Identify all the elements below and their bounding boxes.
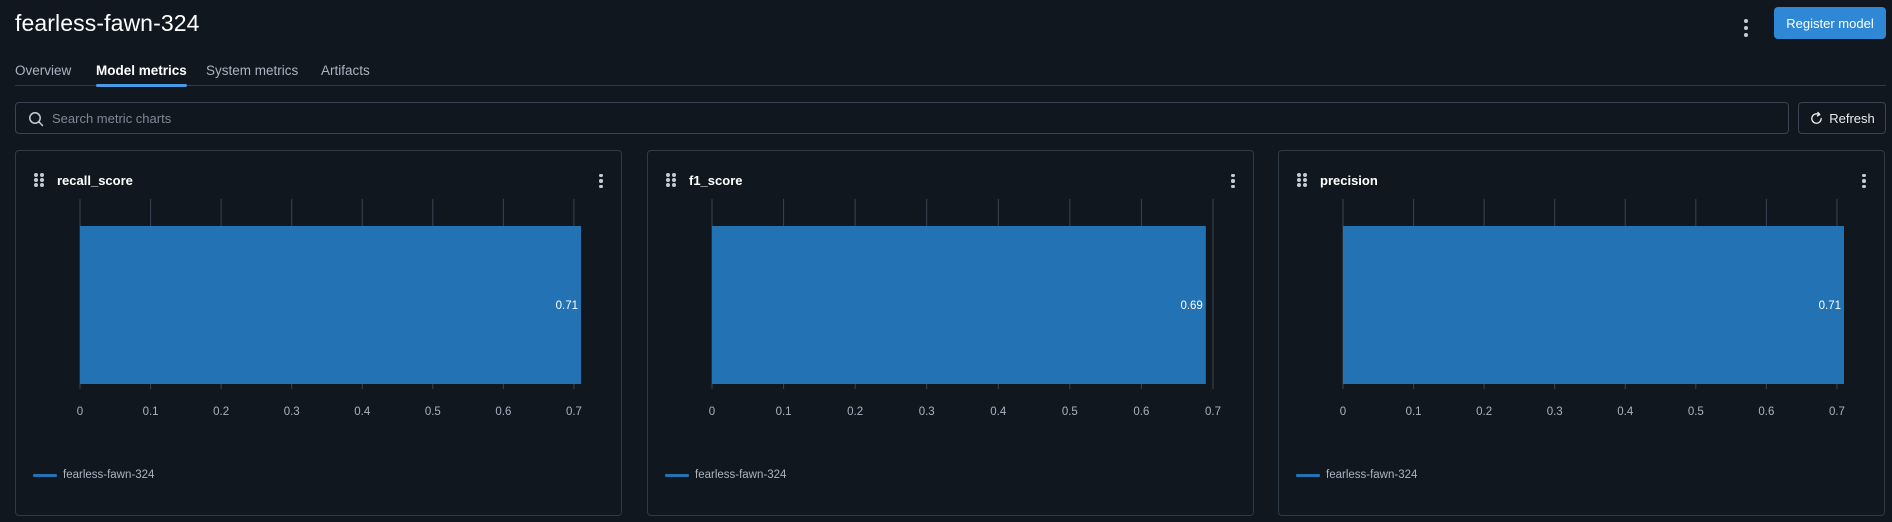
refresh-button[interactable]: Refresh [1798,102,1886,134]
x-tick-label: 0.6 [1758,406,1774,418]
x-tick-label: 0.1 [776,406,792,418]
tab-bar: Overview Model metrics System metrics Ar… [15,60,1886,87]
tab-overview[interactable]: Overview [15,63,71,86]
legend-swatch [33,473,57,477]
bar[interactable] [712,226,1206,384]
bar-value-label: 0.69 [1180,300,1202,312]
legend-label: fearless-fawn-324 [63,469,155,481]
page-title: fearless-fawn-324 [15,10,200,36]
x-tick-label: 0.2 [1476,406,1492,418]
search-box [15,102,1789,134]
legend-swatch [665,473,689,477]
x-tick-label: 0.5 [1062,406,1078,418]
legend-label: fearless-fawn-324 [695,469,787,481]
x-tick-label: 0.2 [847,406,863,418]
x-tick-label: 0.7 [566,406,582,418]
metric-card-precision: precision 0 0.1 0.2 0.3 0.4 0.5 0.6 0.7 0.71 fea… [1278,150,1885,516]
bar[interactable] [1343,226,1844,384]
refresh-label: Refresh [1829,110,1875,126]
tab-model-metrics[interactable]: Model metrics [96,63,187,87]
x-tick-label: 0.6 [1133,406,1149,418]
more-options-icon[interactable] [1736,12,1756,44]
bar[interactable] [80,226,581,384]
x-tick-label: 0 [77,406,83,418]
x-tick-label: 0.3 [919,406,935,418]
x-tick-label: 0.3 [1547,406,1563,418]
chart-legend[interactable]: fearless-fawn-324 [1296,469,1417,481]
refresh-icon [1811,111,1823,124]
x-tick-label: 0.2 [213,406,229,418]
bar-value-label: 0.71 [556,300,578,312]
x-tick-label: 0.3 [284,406,300,418]
bar-chart[interactable]: 0 0.1 0.2 0.3 0.4 0.5 0.6 0.7 0.71 [16,151,623,517]
x-tick-label: 0.4 [990,406,1007,418]
search-input[interactable] [52,103,1772,133]
x-tick-label: 0.4 [1617,406,1634,418]
page-header: fearless-fawn-324 Register model [15,6,1886,46]
x-tick-label: 0.6 [495,406,511,418]
register-model-button[interactable]: Register model [1774,7,1886,39]
chart-legend[interactable]: fearless-fawn-324 [33,469,154,481]
x-tick-label: 0.1 [143,406,159,418]
tab-artifacts[interactable]: Artifacts [321,63,370,86]
x-tick-label: 0.5 [1688,406,1704,418]
legend-label: fearless-fawn-324 [1326,469,1418,481]
metric-card-recall-score: recall_score 0 0.1 0.2 0.3 0.4 0.5 0.6 0.7 0.71 … [15,150,622,516]
x-tick-label: 0 [709,406,715,418]
x-tick-label: 0.7 [1829,406,1845,418]
bar-chart[interactable]: 0 0.1 0.2 0.3 0.4 0.5 0.6 0.7 0.69 [648,151,1255,517]
bar-value-label: 0.71 [1819,300,1841,312]
legend-swatch [1296,473,1320,477]
tab-system-metrics[interactable]: System metrics [206,63,298,86]
x-tick-label: 0 [1340,406,1346,418]
bar-chart[interactable]: 0 0.1 0.2 0.3 0.4 0.5 0.6 0.7 0.71 [1279,151,1886,517]
chart-legend[interactable]: fearless-fawn-324 [665,469,786,481]
x-tick-label: 0.7 [1205,406,1221,418]
search-icon [29,112,44,127]
x-tick-label: 0.5 [425,406,441,418]
x-tick-label: 0.4 [354,406,371,418]
x-tick-label: 0.1 [1406,406,1422,418]
metric-card-f1-score: f1_score 0 0.1 0.2 0.3 0.4 0.5 0.6 0.7 0.69 fear… [647,150,1254,516]
